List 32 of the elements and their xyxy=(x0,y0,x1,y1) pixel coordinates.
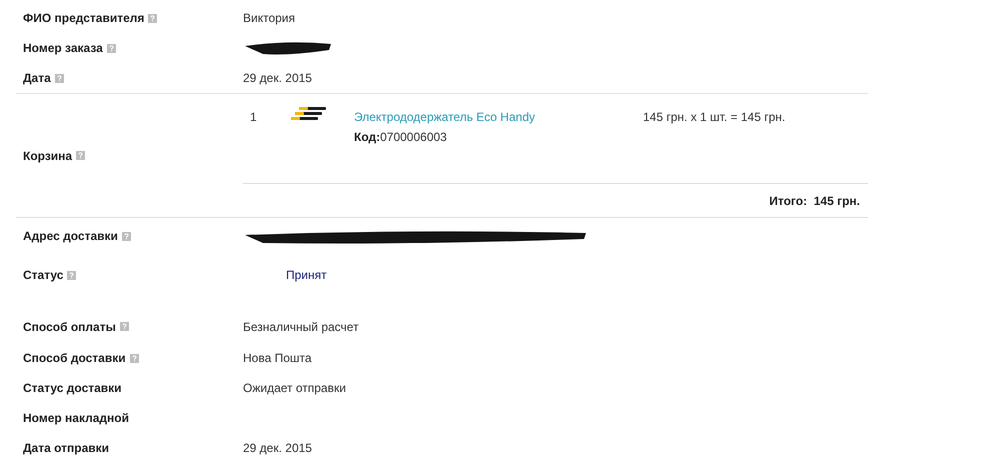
field-value: 29 дек. 2015 xyxy=(243,440,312,457)
field-label: Дата xyxy=(23,70,51,87)
field-label: Статус xyxy=(23,267,64,284)
total-text: Итого: 145 грн. xyxy=(769,192,860,210)
help-icon[interactable] xyxy=(148,14,158,22)
help-icon[interactable] xyxy=(130,354,139,362)
field-value: Ожидает отправки xyxy=(243,380,346,397)
field-label: Корзина xyxy=(23,148,72,164)
field-label: Дата отправки xyxy=(23,440,110,457)
field-value: Безналичный расчет xyxy=(243,318,359,336)
help-icon[interactable] xyxy=(122,232,131,240)
field-label: Способ доставки xyxy=(23,350,126,367)
field-label: Номер заказа xyxy=(23,40,103,57)
field-value: 29 дек. 2015 xyxy=(243,70,312,87)
field-value: Виктория xyxy=(243,10,296,27)
help-icon[interactable] xyxy=(120,322,129,331)
item-number: 1 xyxy=(249,109,258,126)
field-label: Статус доставки xyxy=(23,380,122,397)
field-label: Номер накладной xyxy=(23,410,129,427)
status-value: Принят xyxy=(286,267,327,284)
help-icon[interactable] xyxy=(106,44,116,52)
help-icon[interactable] xyxy=(76,151,86,160)
product-thumbnail-icon xyxy=(290,106,326,122)
help-icon[interactable] xyxy=(54,74,64,82)
field-label: Адрес доставки xyxy=(23,228,118,245)
product-link[interactable]: Электрододержатель Eco Handy xyxy=(354,108,643,126)
item-price: 145 грн. x 1 шт. = 145 грн. xyxy=(643,109,786,126)
product-code: Код:0700006003 xyxy=(354,129,448,146)
field-label: Способ оплаты xyxy=(23,318,116,336)
help-icon[interactable] xyxy=(67,270,76,280)
field-label: ФИО представителя xyxy=(23,10,144,27)
field-value: Нова Пошта xyxy=(243,350,312,367)
